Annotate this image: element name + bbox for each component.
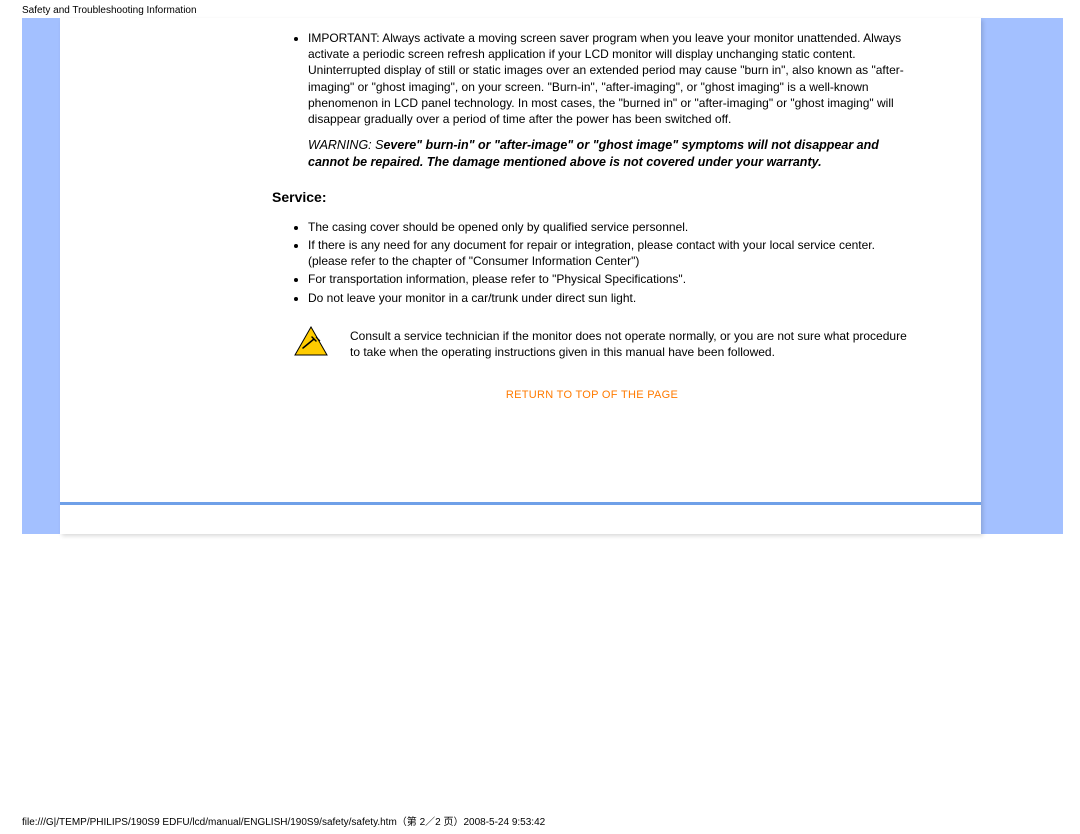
important-bullet-list: IMPORTANT: Always activate a moving scre… (272, 30, 912, 127)
technician-note-text: Consult a service technician if the moni… (350, 326, 912, 360)
technician-note-row: Consult a service technician if the moni… (294, 326, 912, 361)
warning-part1: evere" burn-in" or "after-image" or "gho… (383, 138, 771, 152)
list-item: IMPORTANT: Always activate a moving scre… (308, 30, 912, 127)
service-heading: Service: (272, 189, 912, 205)
warning-part2: disappear and (791, 138, 879, 152)
warning-triangle-icon (294, 326, 328, 361)
footer-file-path: file:///G|/TEMP/PHILIPS/190S9 EDFU/lcd/m… (22, 813, 545, 828)
warning-cannot: cannot (308, 155, 349, 169)
list-item: For transportation information, please r… (308, 271, 912, 287)
warning-text: WARNING: Severe" burn-in" or "after-imag… (308, 137, 912, 171)
background-panel: IMPORTANT: Always activate a moving scre… (22, 18, 1063, 534)
content-panel: IMPORTANT: Always activate a moving scre… (60, 18, 981, 534)
page-header-title: Safety and Troubleshooting Information (22, 5, 197, 16)
warning-part3: be repaired. The damage mentioned above … (349, 155, 822, 169)
list-item: Do not leave your monitor in a car/trunk… (308, 290, 912, 306)
panel-bottom-border (60, 502, 981, 505)
return-to-top-link[interactable]: RETURN TO TOP OF THE PAGE (272, 389, 912, 401)
warning-not: not (771, 138, 790, 152)
content-wrap: IMPORTANT: Always activate a moving scre… (272, 30, 912, 401)
service-bullet-list: The casing cover should be opened only b… (272, 219, 912, 306)
list-item: If there is any need for any document fo… (308, 237, 912, 269)
list-item: The casing cover should be opened only b… (308, 219, 912, 235)
warning-prefix: WARNING: S (308, 138, 383, 152)
